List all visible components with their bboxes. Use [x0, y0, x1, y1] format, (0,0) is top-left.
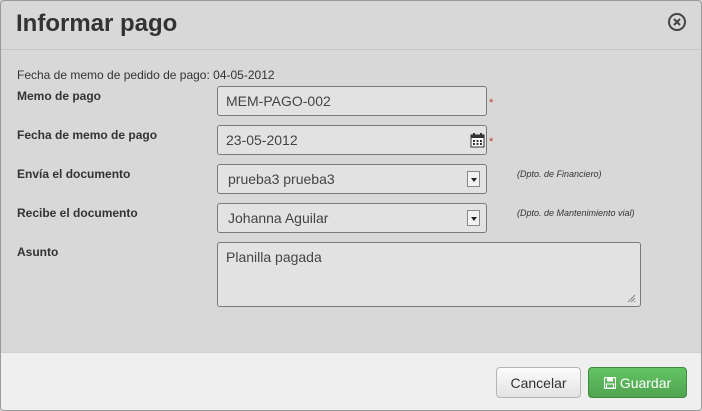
chevron-down-icon[interactable] — [467, 171, 480, 187]
envia-label: Envía el documento — [17, 167, 131, 181]
fecha-pedido-info: Fecha de memo de pedido de pago: 04-05-2… — [17, 68, 275, 82]
recibe-select[interactable]: Johanna Aguilar — [217, 203, 487, 233]
chevron-down-icon[interactable] — [467, 210, 480, 226]
save-button[interactable]: Guardar — [588, 367, 687, 398]
dialog-title: Informar pago — [16, 10, 178, 37]
recibe-value: Johanna Aguilar — [228, 210, 329, 226]
close-icon[interactable] — [668, 13, 686, 31]
envia-select[interactable]: prueba3 prueba3 — [217, 164, 487, 194]
fecha-memo-input[interactable]: 23-05-2012 — [217, 125, 487, 155]
envia-value: prueba3 prueba3 — [228, 171, 335, 187]
fecha-memo-label: Fecha de memo de pago — [17, 128, 158, 142]
asunto-value: Planilla pagada — [226, 249, 322, 265]
recibe-dept: (Dpto. de Mantenimiento vial) — [517, 208, 635, 218]
save-label: Guardar — [619, 374, 672, 391]
close-x-glyph — [673, 18, 681, 26]
informar-pago-dialog: Informar pago Fecha de memo de pedido de… — [0, 0, 702, 411]
fecha-pedido-value: 04-05-2012 — [213, 68, 275, 82]
memo-label: Memo de pago — [17, 89, 102, 103]
cancel-button[interactable]: Cancelar — [496, 367, 581, 398]
fecha-memo-required-mark: * — [489, 136, 494, 148]
dialog-header: Informar pago — [1, 1, 701, 50]
recibe-label: Recibe el documento — [17, 206, 138, 220]
asunto-label: Asunto — [17, 245, 59, 259]
cancel-label: Cancelar — [510, 374, 567, 391]
dialog-footer: Cancelar Guardar — [1, 352, 701, 410]
resize-grip-icon[interactable] — [626, 293, 636, 303]
asunto-textarea[interactable]: Planilla pagada — [217, 242, 641, 307]
memo-required-mark: * — [489, 97, 494, 109]
floppy-disk-icon — [603, 376, 616, 389]
calendar-icon[interactable] — [470, 132, 485, 148]
fecha-pedido-label: Fecha de memo de pedido de pago: — [17, 68, 210, 82]
memo-input[interactable]: MEM-PAGO-002 — [217, 86, 487, 116]
fecha-memo-value: 23-05-2012 — [226, 132, 298, 148]
memo-value: MEM-PAGO-002 — [226, 93, 331, 109]
envia-dept: (Dpto. de Financiero) — [517, 169, 602, 179]
